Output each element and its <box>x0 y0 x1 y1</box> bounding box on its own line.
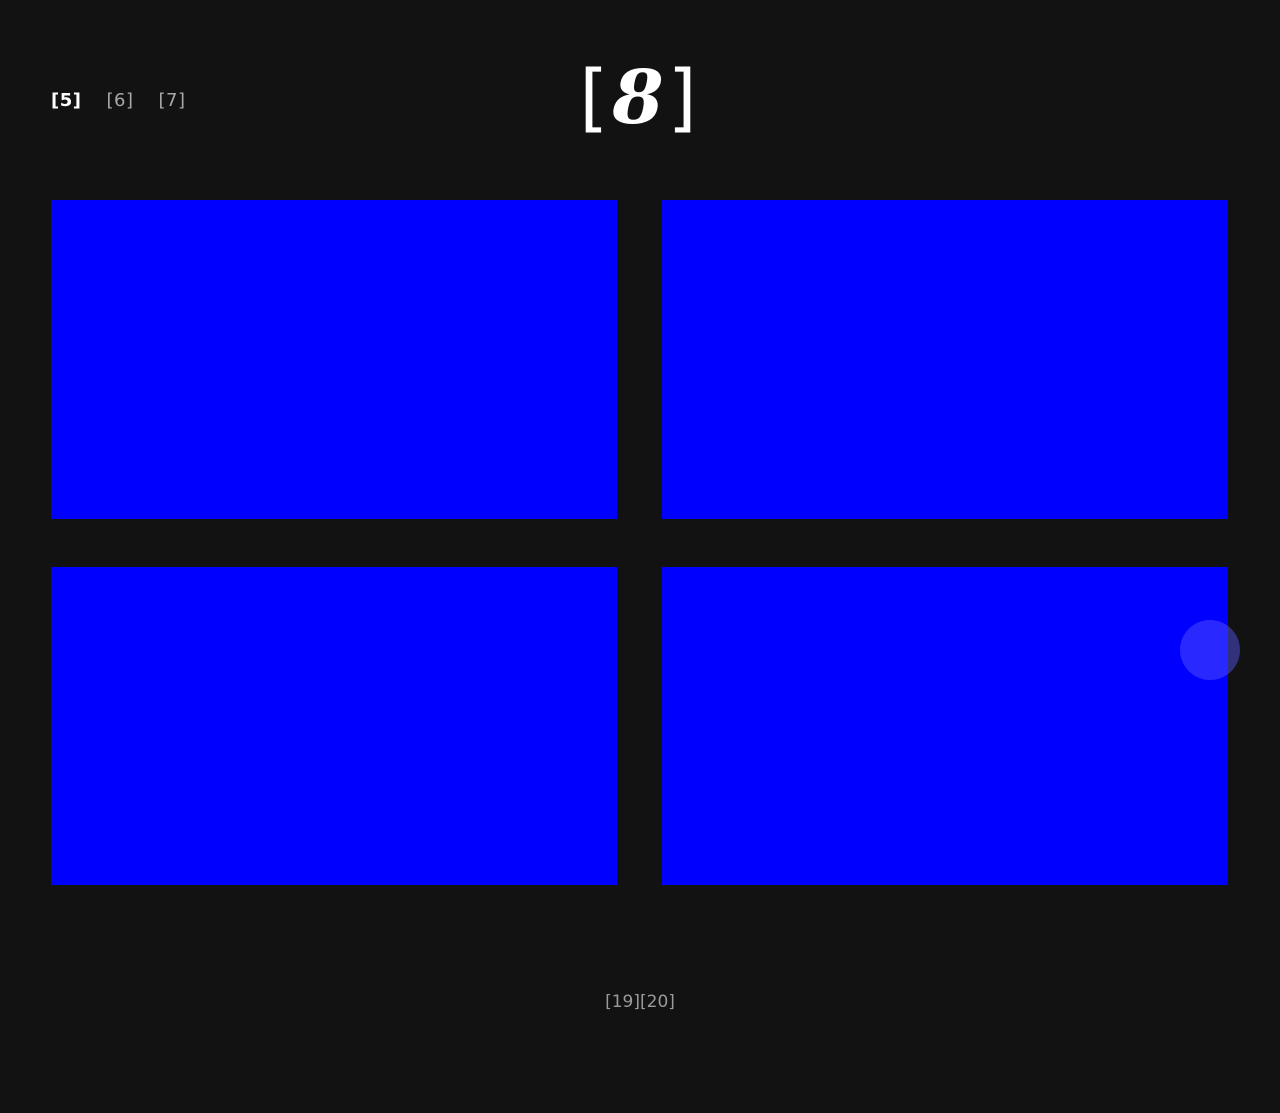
grid-tile-2[interactable] <box>662 200 1228 519</box>
logo-open-bracket: [ <box>579 55 613 141</box>
pagination: [19][20] <box>0 990 1280 1014</box>
grid-tile-3[interactable] <box>51 567 617 885</box>
page-link-20[interactable]: [20] <box>640 992 675 1012</box>
grid-tile-4[interactable] <box>662 567 1228 885</box>
logo-close-bracket: ] <box>667 55 701 141</box>
logo-digit: 8 <box>612 55 668 141</box>
site-logo[interactable]: [8] <box>0 52 1280 144</box>
page: [5] [6] [7] [8] [19][20] <box>0 0 1280 1113</box>
page-link-19[interactable]: [19] <box>605 992 640 1012</box>
grid-tile-1[interactable] <box>51 200 617 519</box>
